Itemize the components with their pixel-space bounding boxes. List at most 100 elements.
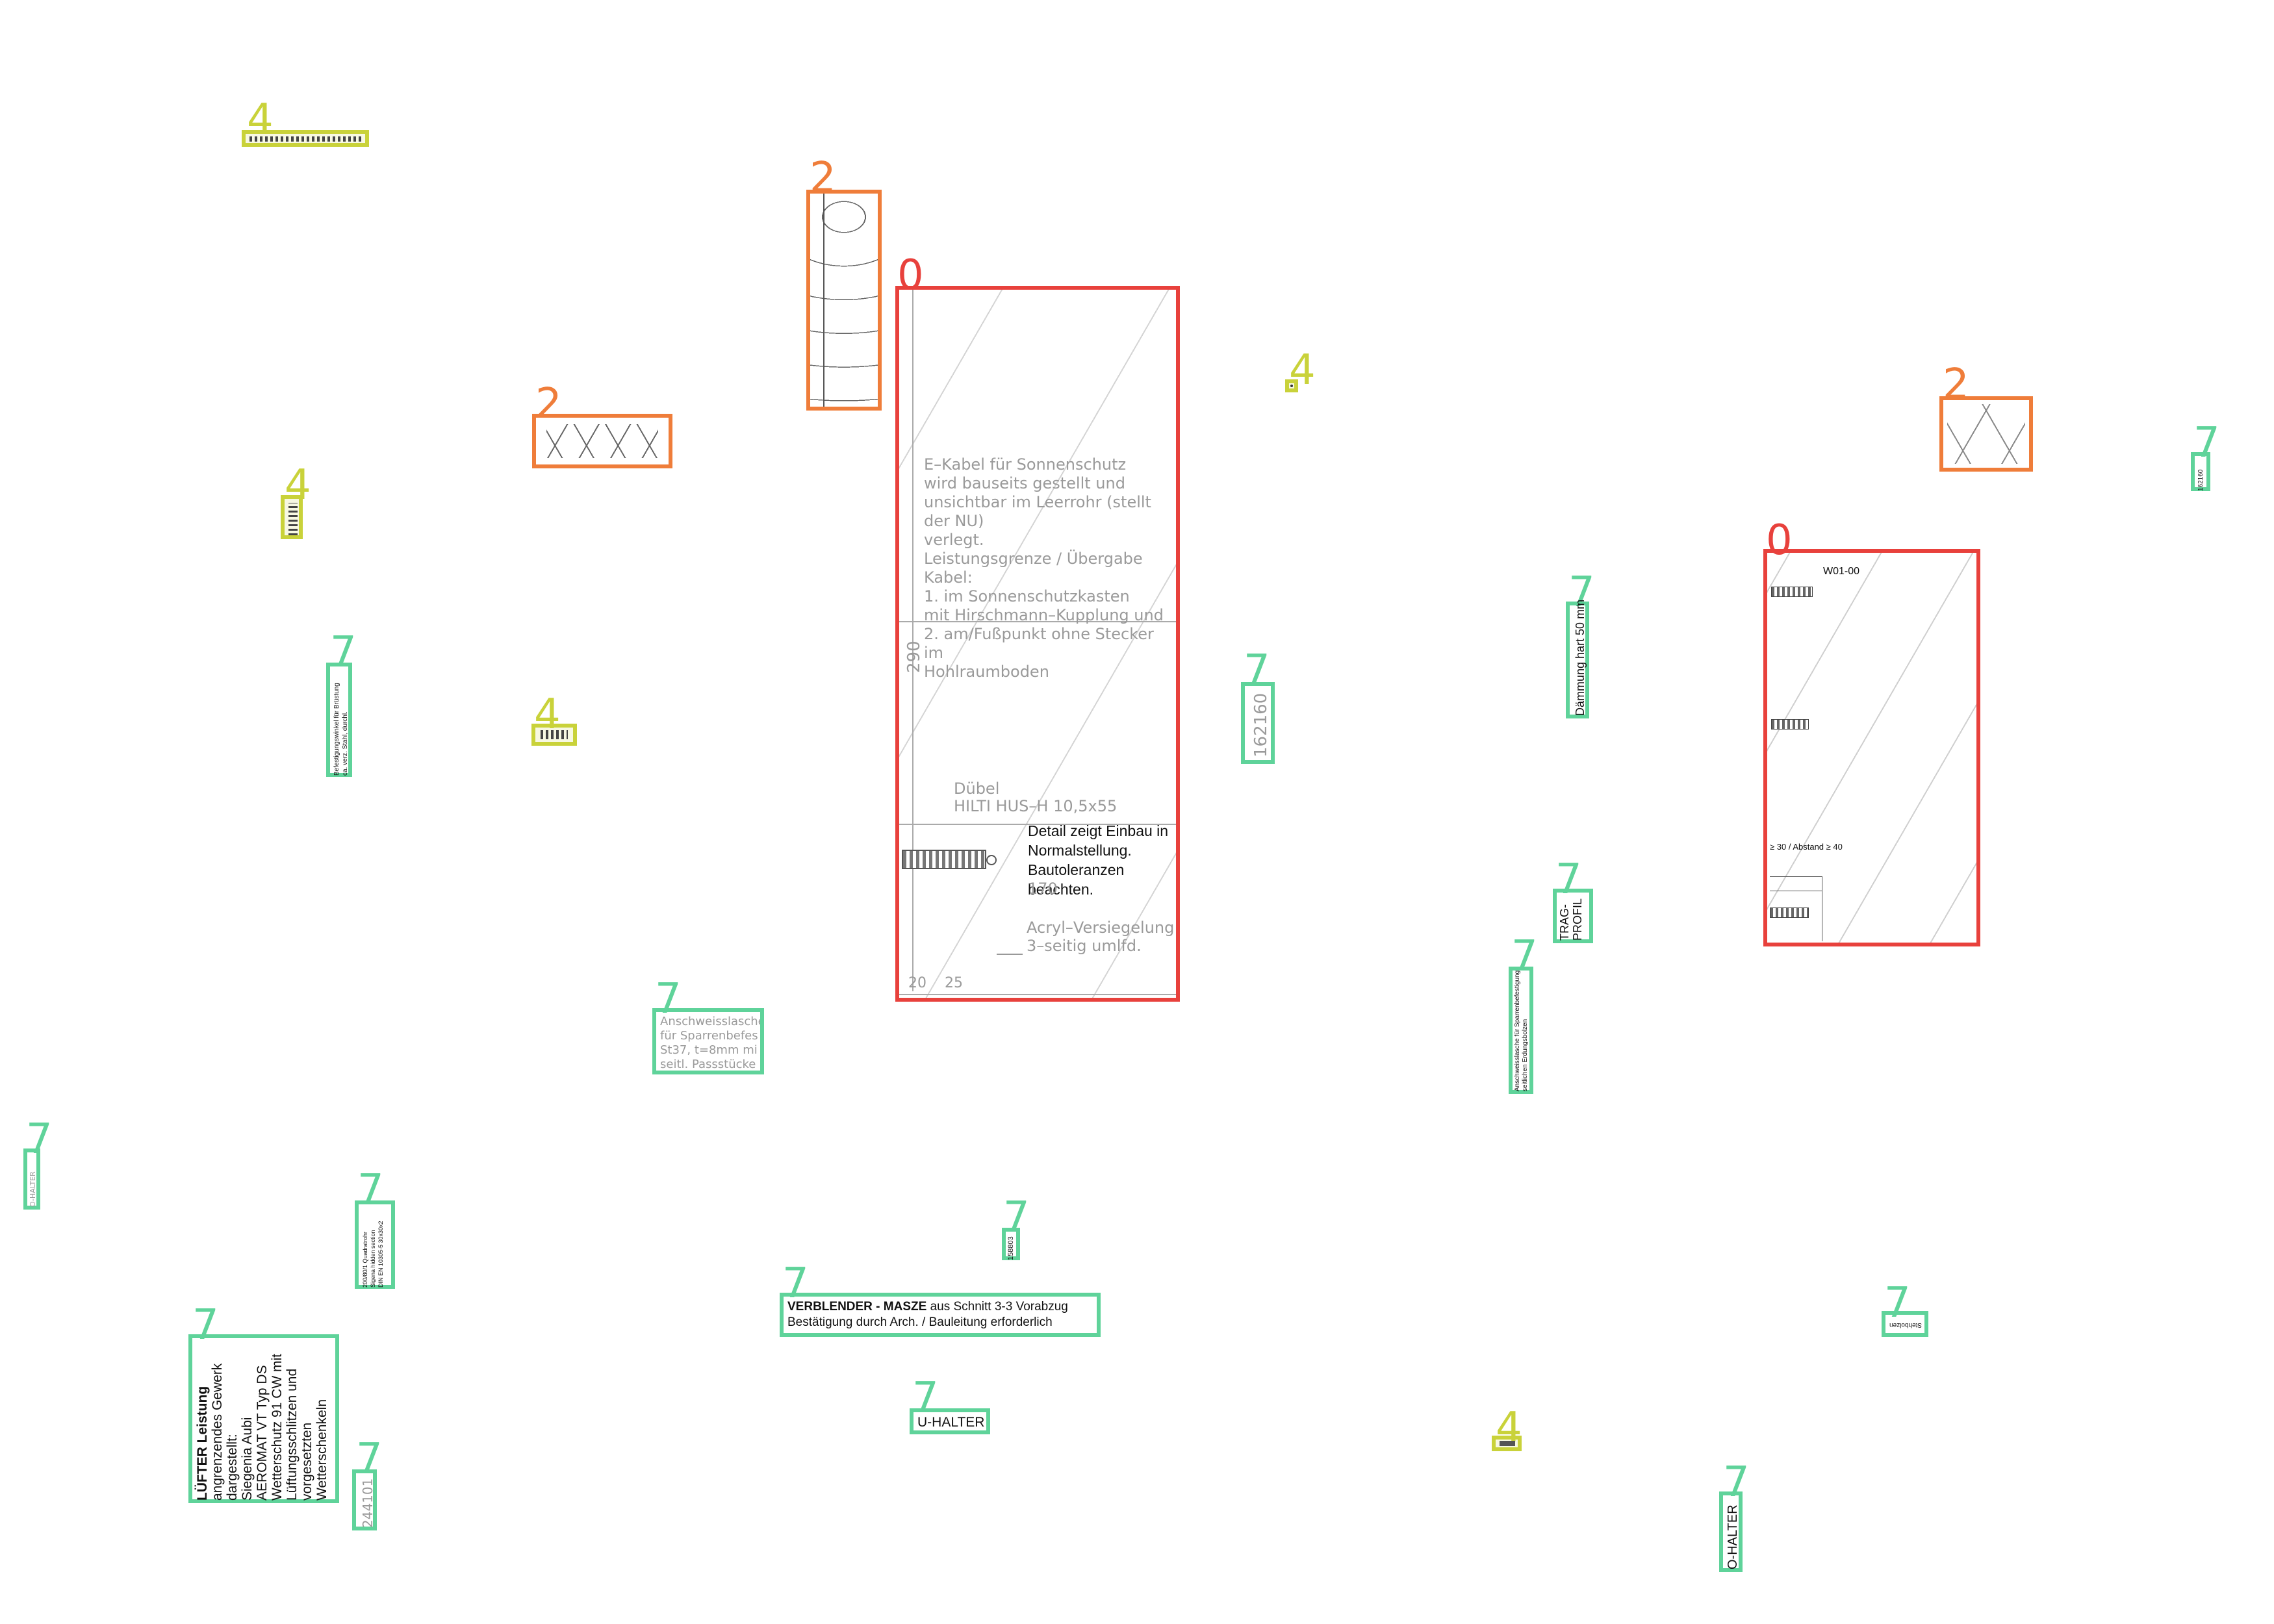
- screw-icon: [1771, 587, 1813, 597]
- anchor-label-line: HILTI HUS–H 10,5x55: [954, 797, 1118, 815]
- text-label-stud-bolt[interactable]: Stehbolzen: [1882, 1311, 1928, 1337]
- main-section-detail[interactable]: E–Kabel für Sonnenschutz wird bauseits g…: [895, 286, 1180, 1002]
- text-label-square-tube[interactable]: 200/80/1 Quadratrohr Sigena hidden secti…: [355, 1200, 395, 1289]
- screw-icon: [249, 136, 361, 142]
- label-bold: LÜFTER Leistung: [195, 1386, 210, 1501]
- label-line: seitlichen Erdungsbolzen: [1522, 1019, 1529, 1091]
- cable-note-line: mit Hirschmann–Kupplung und: [924, 606, 1164, 624]
- label-line: LÜFTER Leistung: [195, 1354, 210, 1501]
- text-label-162160[interactable]: 162160: [1241, 682, 1275, 764]
- text-label-facing-dimensions[interactable]: VERBLENDER - MASZE aus Schnitt 3-3 Vorab…: [780, 1293, 1101, 1337]
- acrylic-seal-note: Acryl–Versiegelung 3–seitig umlfd.: [1027, 919, 1174, 955]
- installation-note-line: Detail zeigt Einbau in: [1028, 822, 1169, 839]
- label-line: vorgesetzten: [300, 1422, 314, 1501]
- insulation-element[interactable]: [806, 190, 882, 411]
- label-line: Anschweisslasche: [660, 1015, 764, 1028]
- screw-icon: [1770, 907, 1809, 918]
- text-label-o-bracket-small[interactable]: O-HALTER: [23, 1148, 40, 1210]
- label-line: dargestellt:: [225, 1434, 240, 1501]
- spacing-note: ≥ 30 / Abstand ≥ 40: [1770, 842, 1843, 852]
- installation-note-line: Normalstellung.: [1028, 842, 1132, 859]
- bolt-icon: [288, 503, 298, 535]
- cable-note-line: wird bauseits gestellt und: [924, 474, 1125, 492]
- bolt-symbol[interactable]: [281, 495, 303, 539]
- label-line: seitl. Passstücke: [660, 1058, 756, 1071]
- text-label-support-profile[interactable]: TRAG- PROFIL: [1553, 889, 1593, 943]
- label-line: ca. verz. Stahl, durchl.: [342, 711, 349, 776]
- label-line: Anschweisslasche für Sparrenbefestigung: [1514, 970, 1521, 1091]
- label-line: TRAG-: [1558, 904, 1571, 941]
- label-text: Befestigungswinkel für Brüstung ca. verz…: [333, 683, 350, 776]
- label-line: PROFIL: [1571, 898, 1584, 941]
- text-label-ventilator[interactable]: LÜFTER Leistung angrenzendes Gewerk darg…: [188, 1334, 339, 1503]
- anchor-screw-icon: [902, 850, 986, 869]
- nut-icon: [541, 730, 568, 739]
- text-label-u-bracket[interactable]: U-HALTER: [910, 1408, 990, 1434]
- acrylic-seal-line: Acryl–Versiegelung: [1027, 919, 1175, 937]
- text-label-small-right[interactable]: 162160: [2191, 452, 2210, 491]
- nut-symbol[interactable]: [531, 724, 577, 746]
- label-text: Anschweisslasche für Sparrenbefes St37, …: [660, 1015, 764, 1071]
- label-line: Lüftungsschlitzen und: [285, 1368, 300, 1501]
- screw-icon: [1771, 719, 1809, 730]
- cable-note-line: Hohlraumboden: [924, 663, 1049, 681]
- label-line: Wetterschutz 91 CW mit: [270, 1354, 285, 1501]
- label-bold: VERBLENDER - MASZE: [787, 1300, 927, 1313]
- dimension-290: 290: [904, 641, 924, 673]
- label-text: O-HALTER: [1726, 1504, 1740, 1569]
- dimension-20: 20: [908, 975, 926, 991]
- label-line: angrenzendes Gewerk: [210, 1363, 225, 1501]
- label-line: Wetterschenkeln: [314, 1399, 329, 1501]
- dimension-170: 170: [1028, 880, 1058, 898]
- right-section-detail[interactable]: W01-00 ≥ 30 / Abstand ≥ 40: [1763, 549, 1980, 946]
- label-line: Befestigungswinkel für Brüstung: [333, 683, 340, 776]
- label-text: TRAG- PROFIL: [1558, 898, 1584, 941]
- text-label-158803[interactable]: 158803: [1002, 1228, 1020, 1260]
- text-label-welding-tab[interactable]: Anschweisslasche für Sparrenbefestigung …: [1509, 967, 1533, 1094]
- insulation-block[interactable]: [1939, 396, 2033, 472]
- anchor-icon: [1500, 1441, 1515, 1446]
- label-line: St37, t=8mm mi: [660, 1043, 758, 1057]
- label-text: Anschweisslasche für Sparrenbefestigung …: [1514, 971, 1529, 1091]
- label-text: 244101: [360, 1478, 376, 1528]
- label-line: DIN EN 10305-5 30x30x2: [377, 1221, 384, 1288]
- label-text: LÜFTER Leistung angrenzendes Gewerk darg…: [195, 1354, 329, 1501]
- point-icon: [1290, 385, 1293, 387]
- label-line: Bestätigung durch Arch. / Bauleitung erf…: [787, 1315, 1053, 1329]
- anchor-screw-tip-icon: [986, 855, 997, 865]
- cable-note-line: unsichtbar im Leerrohr (stellt der NU): [924, 493, 1151, 530]
- label-text: U-HALTER: [917, 1415, 985, 1430]
- text-label-insulation[interactable]: Dämmung hart 50 mm: [1566, 600, 1589, 718]
- anchor-label-line: Dübel: [954, 780, 1000, 798]
- label-text: VERBLENDER - MASZE aus Schnitt 3-3 Vorab…: [787, 1299, 1068, 1330]
- label-line: Siegenia Aubi: [240, 1417, 255, 1501]
- label-line: VERBLENDER - MASZE aus Schnitt 3-3 Vorab…: [787, 1299, 1068, 1315]
- anchor-symbol[interactable]: [1492, 1436, 1522, 1451]
- cable-note-line: Leistungsgrenze / Übergabe Kabel:: [924, 550, 1143, 587]
- bracket-pattern: [546, 424, 658, 458]
- cable-note-line: 1. im Sonnenschutzkasten: [924, 587, 1130, 605]
- screw-symbol[interactable]: [242, 130, 369, 147]
- cable-note-line: 2. am/Fußpunkt ohne Stecker im: [924, 625, 1154, 662]
- cable-note: E–Kabel für Sonnenschutz wird bauseits g…: [924, 455, 1176, 681]
- cable-note-line: verlegt.: [924, 531, 984, 549]
- anchor-label: Dübel HILTI HUS–H 10,5x55: [954, 780, 1117, 815]
- insulation-pattern: [810, 194, 878, 407]
- label-text: O-HALTER: [29, 1171, 37, 1207]
- cable-note-line: E–Kabel für Sonnenschutz: [924, 455, 1127, 474]
- text-label-244101[interactable]: 244101: [352, 1469, 377, 1530]
- insulation-pattern: [1947, 404, 2025, 464]
- label-text: 162160: [1251, 692, 1271, 757]
- section-code: W01-00: [1823, 566, 1860, 577]
- label-line: 200/80/1 Quadratrohr: [362, 1231, 368, 1288]
- label-line: AEROMAT VT Typ DS: [255, 1365, 270, 1501]
- point-symbol[interactable]: [1285, 379, 1298, 392]
- dimension-25: 25: [945, 975, 963, 991]
- label-normal: aus Schnitt 3-3 Vorabzug: [926, 1300, 1068, 1313]
- text-label-o-bracket[interactable]: O-HALTER: [1719, 1491, 1743, 1572]
- label-text: 200/80/1 Quadratrohr Sigena hidden secti…: [361, 1221, 385, 1288]
- bracket-element[interactable]: [532, 414, 672, 468]
- acrylic-seal-line: 3–seitig umlfd.: [1027, 937, 1142, 955]
- text-label-fixing-angle[interactable]: Befestigungswinkel für Brüstung ca. verz…: [326, 663, 352, 777]
- text-label-weld-plate[interactable]: Anschweisslasche für Sparrenbefes St37, …: [652, 1008, 764, 1074]
